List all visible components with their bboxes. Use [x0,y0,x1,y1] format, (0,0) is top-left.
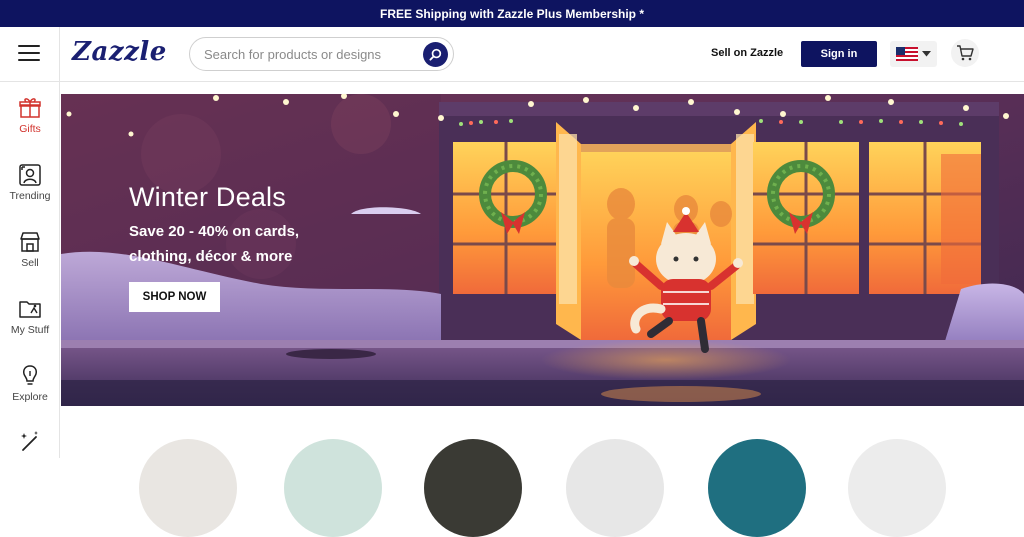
sign-in-button[interactable]: Sign in [801,41,877,67]
store-icon [20,232,40,252]
search-icon [429,48,442,61]
promo-banner[interactable]: FREE Shipping with Zazzle Plus Membershi… [0,0,1024,27]
sidebar-item-label: Gifts [19,123,41,135]
hero-title: Winter Deals [129,182,286,212]
category-circle[interactable] [566,439,664,537]
promo-banner-text[interactable]: FREE Shipping with Zazzle Plus Membershi… [380,7,644,21]
sidebar-item-sell[interactable]: Sell [0,230,60,269]
header-divider [59,27,60,82]
category-circle[interactable] [424,439,522,537]
hero-text: Winter Deals Save 20 - 40% on cards, clo… [129,182,329,269]
sidebar-item-label: Explore [12,391,48,403]
us-flag-icon [896,47,918,61]
sidebar-item-create[interactable] [0,430,60,457]
chevron-down-icon [922,51,931,57]
search-button[interactable] [423,42,448,67]
cart-button[interactable] [951,39,979,67]
magic-wand-icon [21,431,38,451]
left-sidebar: Gifts Trending Sell My Stuff Explore [0,82,60,458]
hero-subtitle-line-1: Save 20 - 40% on cards, [129,223,300,240]
trending-icon [19,164,41,186]
category-circle[interactable] [848,439,946,537]
category-circle[interactable] [284,439,382,537]
header: Zazzle Sell on Zazzle Sign in [0,27,1024,82]
sell-on-zazzle-link[interactable]: Sell on Zazzle [711,47,783,59]
hero-subtitle-line-2: clothing, décor & more [129,248,293,265]
sidebar-item-gifts[interactable]: Gifts [0,96,60,135]
lightbulb-icon [23,365,37,385]
gift-icon [19,98,41,118]
folder-icon [19,301,41,318]
zazzle-logo[interactable]: Zazzle [72,37,167,67]
country-selector[interactable] [890,41,937,67]
sidebar-item-my-stuff[interactable]: My Stuff [0,297,60,336]
hero-banner[interactable]: Winter Deals Save 20 - 40% on cards, clo… [61,94,1024,406]
sidebar-item-trending[interactable]: Trending [0,163,60,202]
search-bar [189,37,454,71]
menu-icon[interactable] [18,45,40,61]
category-circles [61,406,1024,537]
cart-icon [957,45,974,61]
hero-subtitle: Save 20 - 40% on cards, clothing, décor … [129,219,329,269]
sidebar-item-explore[interactable]: Explore [0,364,60,403]
search-input[interactable] [204,46,414,62]
category-circle[interactable] [708,439,806,537]
sidebar-item-label: Sell [21,257,39,269]
sidebar-item-label: My Stuff [10,324,50,336]
category-circle[interactable] [139,439,237,537]
shop-now-button[interactable]: SHOP NOW [129,282,220,312]
sidebar-item-label: Trending [9,190,51,202]
